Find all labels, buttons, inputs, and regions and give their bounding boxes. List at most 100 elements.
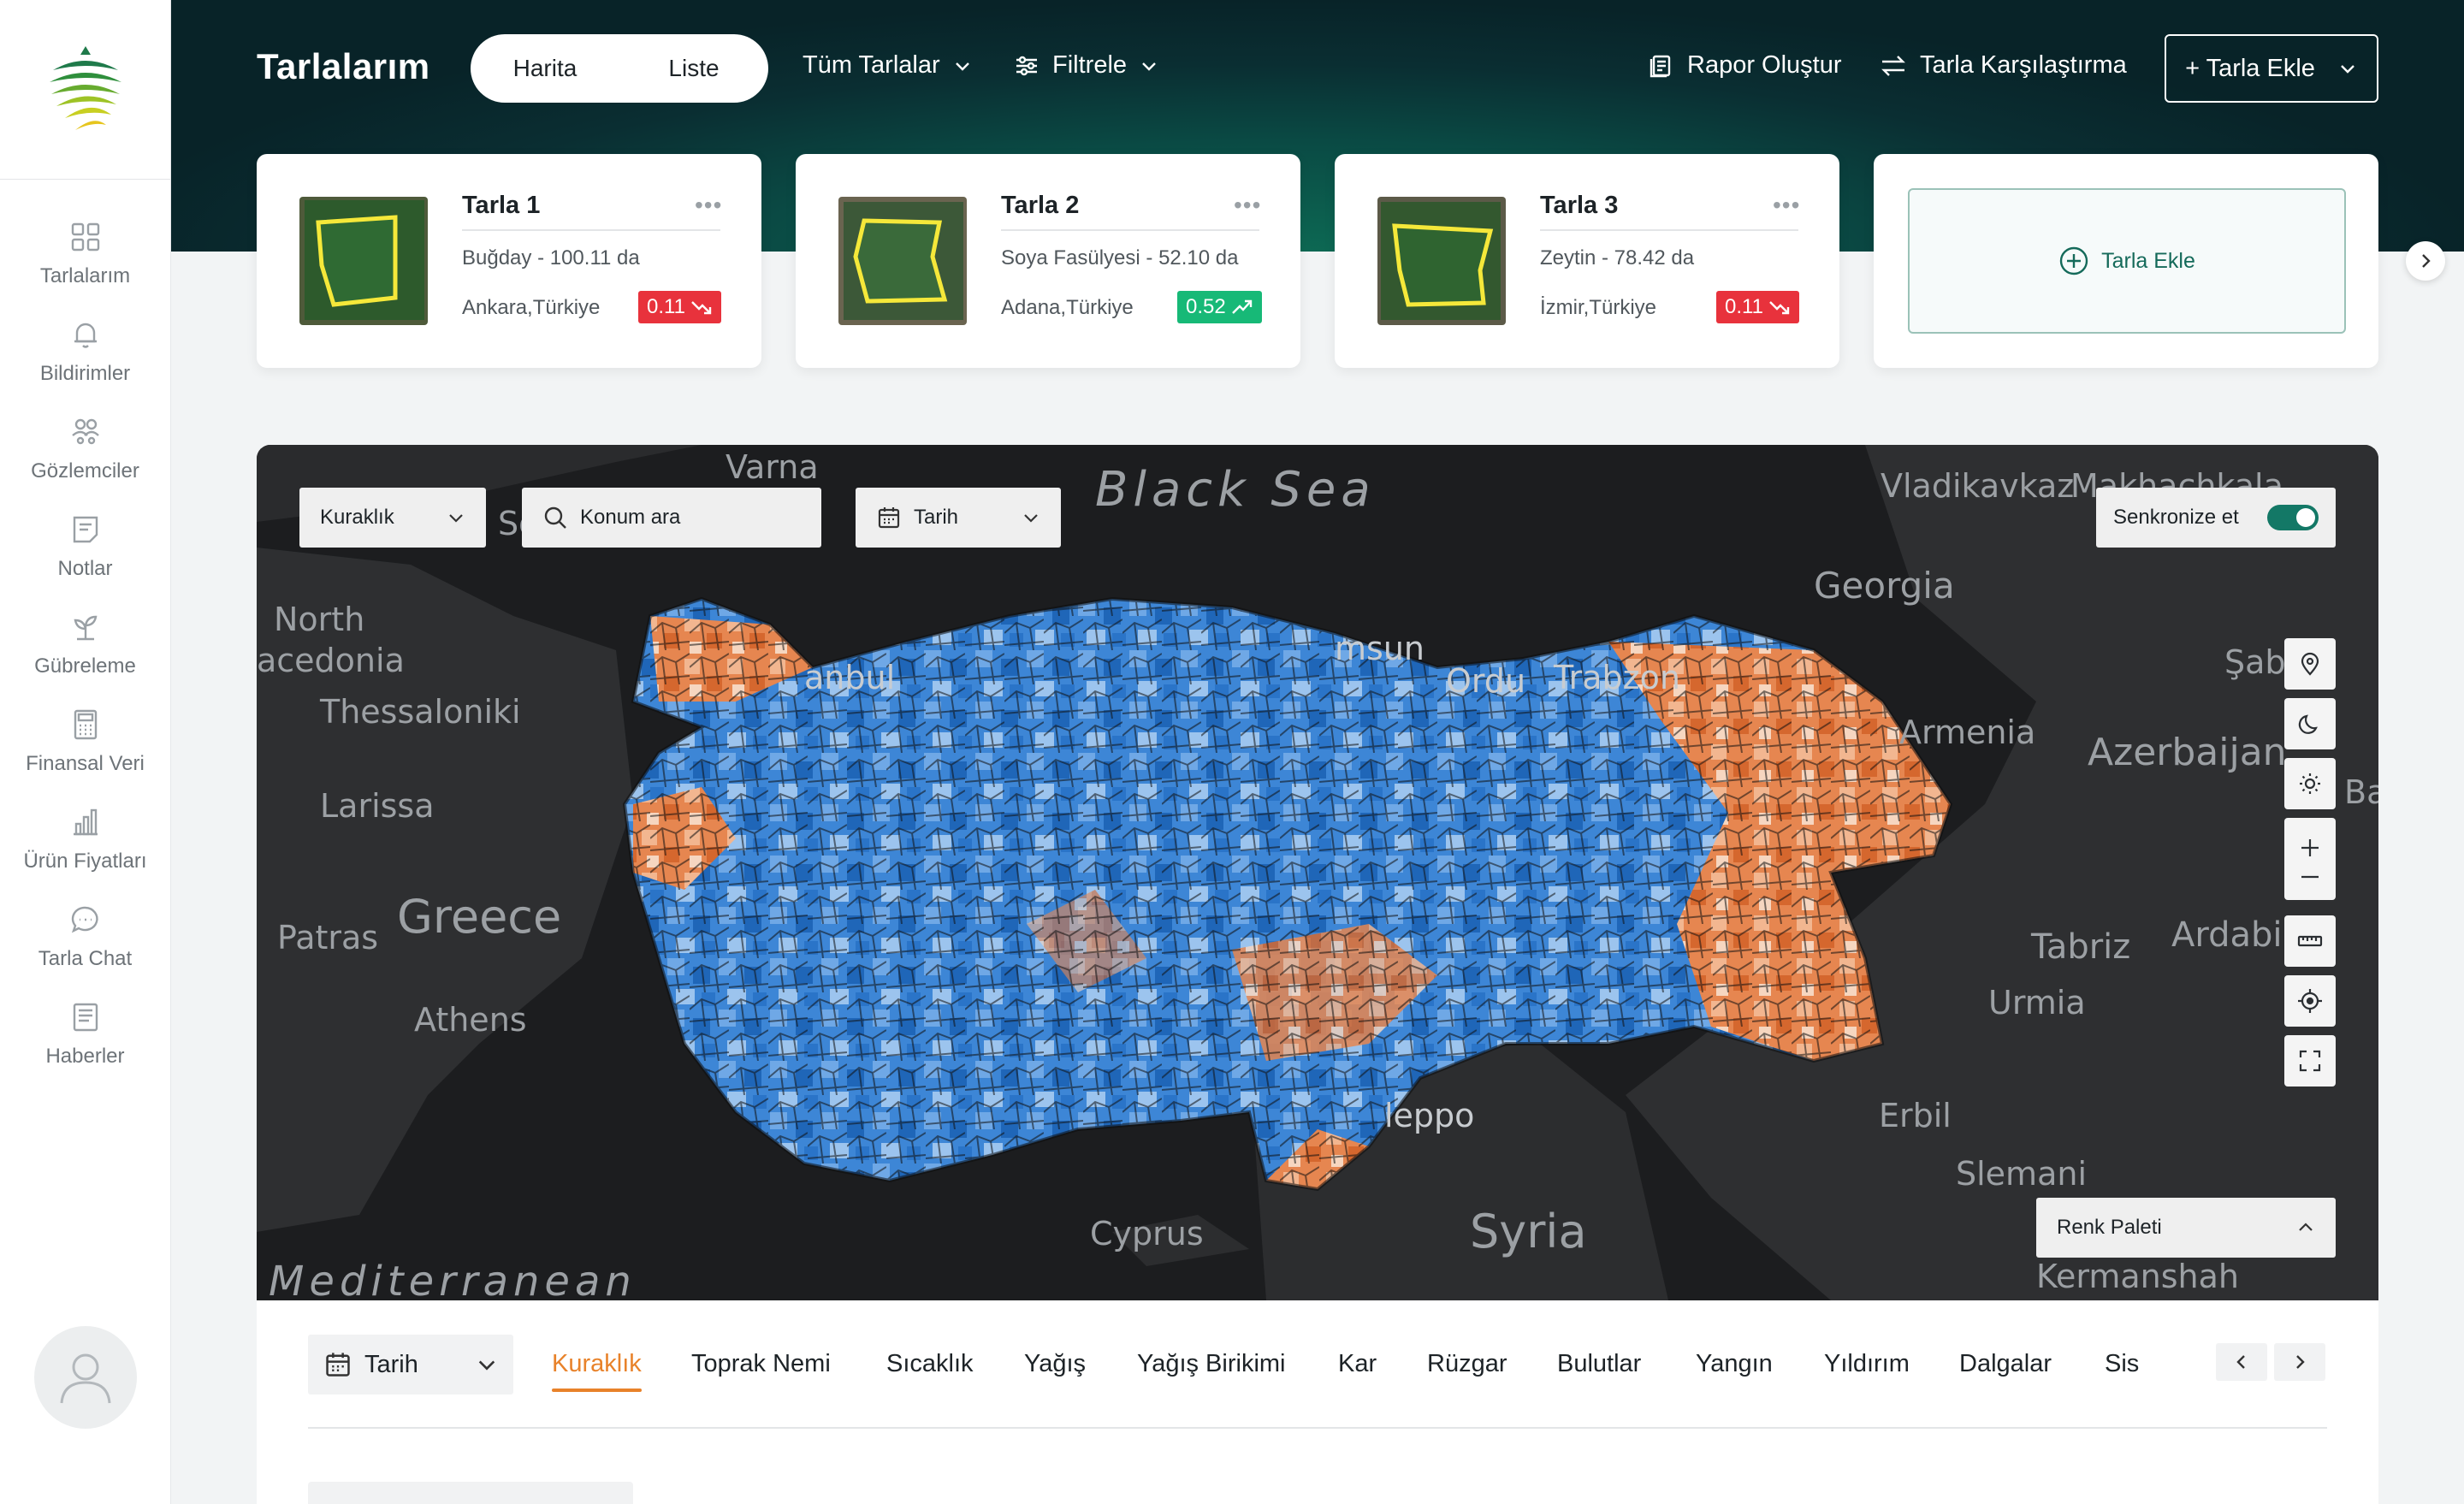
tab-yagis[interactable]: Yağış xyxy=(1024,1350,1086,1378)
sidebar-item-finansal-veri[interactable]: Finansal Veri xyxy=(0,693,170,790)
map-label: msun xyxy=(1335,630,1424,667)
sidebar-item-gubreleme[interactable]: Gübreleme xyxy=(0,595,170,693)
tab-kuraklik[interactable]: Kuraklık xyxy=(552,1350,642,1392)
tab-sicaklik[interactable]: Sıcaklık xyxy=(886,1350,974,1378)
field-card[interactable]: Tarla 2 ••• Soya Fasülyesi - 52.10 da Ad… xyxy=(796,154,1300,368)
field-thumbnail xyxy=(299,197,428,325)
field-location: Adana,Türkiye xyxy=(1001,296,1134,319)
sidebar-item-tarla-chat[interactable]: Tarla Chat xyxy=(0,888,170,986)
list-view-button[interactable]: Liste xyxy=(619,55,768,82)
map-label: Kermanshah xyxy=(2036,1258,2239,1295)
report-icon xyxy=(1650,55,1671,77)
tab-sis[interactable]: Sis xyxy=(2105,1350,2139,1378)
light-mode-button[interactable] xyxy=(2284,758,2336,809)
tabs-next-button[interactable] xyxy=(2274,1343,2325,1381)
tab-yagis-birikimi[interactable]: Yağış Birikimi xyxy=(1137,1350,1286,1378)
tab-toprak-nemi[interactable]: Toprak Nemi xyxy=(691,1350,831,1378)
report-button[interactable]: Rapor Oluştur xyxy=(1648,51,1842,80)
sidebar-nav: Tarlalarım Bildirimler Gözlemciler Notla… xyxy=(0,180,170,1083)
map-label: Ba xyxy=(2344,773,2378,811)
logo[interactable] xyxy=(0,0,170,180)
ruler-button[interactable] xyxy=(2284,915,2336,967)
zoom-in-icon[interactable] xyxy=(2298,836,2322,860)
sidebar-item-label: Gübreleme xyxy=(34,654,136,678)
fullscreen-icon xyxy=(2299,1050,2321,1072)
tabs-date-select[interactable]: Tarih xyxy=(308,1335,513,1394)
tab-yangin[interactable]: Yangın xyxy=(1696,1350,1773,1378)
tabs-date-value: Tarih xyxy=(364,1350,418,1378)
sidebar-item-label: Ürün Fiyatları xyxy=(23,850,147,873)
bell-icon xyxy=(74,323,97,348)
map-date-select[interactable]: Tarih xyxy=(856,488,1061,548)
add-field-label: + Tarla Ekle xyxy=(2185,54,2315,82)
more-icon[interactable]: ••• xyxy=(1773,192,1800,219)
grid-icon xyxy=(71,222,99,252)
divider xyxy=(1001,229,1259,231)
map-label: Tabriz xyxy=(2031,927,2131,967)
add-field-card-button[interactable]: Tarla Ekle xyxy=(1908,188,2346,334)
users-icon xyxy=(71,418,99,445)
sidebar-item-notlar[interactable]: Notlar xyxy=(0,498,170,595)
map-label: leppo xyxy=(1384,1097,1475,1134)
field-card[interactable]: Tarla 1 ••• Buğday - 100.11 da Ankara,Tü… xyxy=(257,154,761,368)
more-icon[interactable]: ••• xyxy=(695,192,722,219)
compare-label: Tarla Karşılaştırma xyxy=(1920,51,2127,79)
sidebar-item-bildirimler[interactable]: Bildirimler xyxy=(0,303,170,400)
field-card[interactable]: Tarla 3 ••• Zeytin - 78.42 da İzmir,Türk… xyxy=(1335,154,1839,368)
map-label: Erbil xyxy=(1879,1097,1952,1134)
view-toggle: Harita Liste xyxy=(471,34,768,103)
index-value: 0.11 xyxy=(1725,295,1763,318)
add-field-button[interactable]: + Tarla Ekle xyxy=(2165,34,2378,103)
divider xyxy=(462,229,720,231)
map-view-button[interactable]: Harita xyxy=(471,55,619,82)
layer-tabs: Tarih Kuraklık Toprak Nemi Sıcaklık Yağı… xyxy=(257,1335,2378,1412)
location-search[interactable]: Konum ara xyxy=(522,488,821,548)
locate-button[interactable] xyxy=(2284,975,2336,1027)
sidebar-item-gozlemciler[interactable]: Gözlemciler xyxy=(0,400,170,498)
index-badge: 0.11 xyxy=(1716,291,1799,323)
chevron-down-icon xyxy=(955,62,969,71)
news-icon xyxy=(73,1003,98,1032)
tab-kar[interactable]: Kar xyxy=(1338,1350,1377,1378)
cards-next-button[interactable] xyxy=(2406,241,2445,281)
drought-map[interactable]: Varna Black Sea Vladikavkaz Makhachkala … xyxy=(257,445,2378,1300)
field-name: Tarla 2 xyxy=(1001,192,1080,219)
map-label: Thessaloniki xyxy=(320,693,521,731)
all-fields-dropdown[interactable]: Tüm Tarlalar xyxy=(803,51,973,80)
more-icon[interactable]: ••• xyxy=(1234,192,1261,219)
color-palette-select[interactable]: Renk Paleti xyxy=(2036,1198,2336,1258)
field-location: İzmir,Türkiye xyxy=(1540,296,1657,319)
tabs-prev-button[interactable] xyxy=(2216,1343,2267,1381)
tab-bulutlar[interactable]: Bulutlar xyxy=(1557,1350,1641,1378)
sidebar-item-haberler[interactable]: Haberler xyxy=(0,986,170,1083)
field-crop: Buğday - 100.11 da xyxy=(462,246,640,269)
calendar-icon xyxy=(326,1353,350,1377)
tab-dalgalar[interactable]: Dalgalar xyxy=(1959,1350,2052,1378)
zoom-out-icon[interactable] xyxy=(2298,872,2322,882)
sliders-icon xyxy=(1016,56,1037,75)
tab-yildirim[interactable]: Yıldırım xyxy=(1824,1350,1910,1378)
layer-select[interactable]: Kuraklık xyxy=(299,488,486,548)
add-field-card: Tarla Ekle xyxy=(1874,154,2378,368)
filter-dropdown[interactable]: Filtrele xyxy=(1013,51,1159,80)
sidebar-item-tarlalarim[interactable]: Tarlalarım xyxy=(0,205,170,303)
avatar[interactable] xyxy=(34,1326,137,1429)
color-palette-label: Renk Paleti xyxy=(2057,1216,2162,1239)
trend-down-icon xyxy=(1769,301,1790,315)
chat-icon xyxy=(71,906,98,933)
search-icon xyxy=(544,506,566,529)
compare-button[interactable]: Tarla Karşılaştırma xyxy=(1879,51,2127,80)
sidebar-item-urun-fiyatlari[interactable]: Ürün Fiyatları xyxy=(0,790,170,888)
add-field-card-label: Tarla Ekle xyxy=(2101,248,2195,273)
chevron-down-icon xyxy=(2341,65,2354,74)
pin-button[interactable] xyxy=(2284,638,2336,690)
sync-toggle[interactable] xyxy=(2267,505,2319,530)
map-label: Athens xyxy=(414,1001,527,1039)
tab-ruzgar[interactable]: Rüzgar xyxy=(1427,1350,1507,1378)
sidebar-item-label: Haberler xyxy=(45,1045,125,1068)
fullscreen-button[interactable] xyxy=(2284,1035,2336,1087)
sidebar-item-label: Gözlemciler xyxy=(31,459,139,483)
map-label: anbul xyxy=(804,659,896,696)
logo-icon xyxy=(49,45,121,130)
dark-mode-button[interactable] xyxy=(2284,698,2336,749)
